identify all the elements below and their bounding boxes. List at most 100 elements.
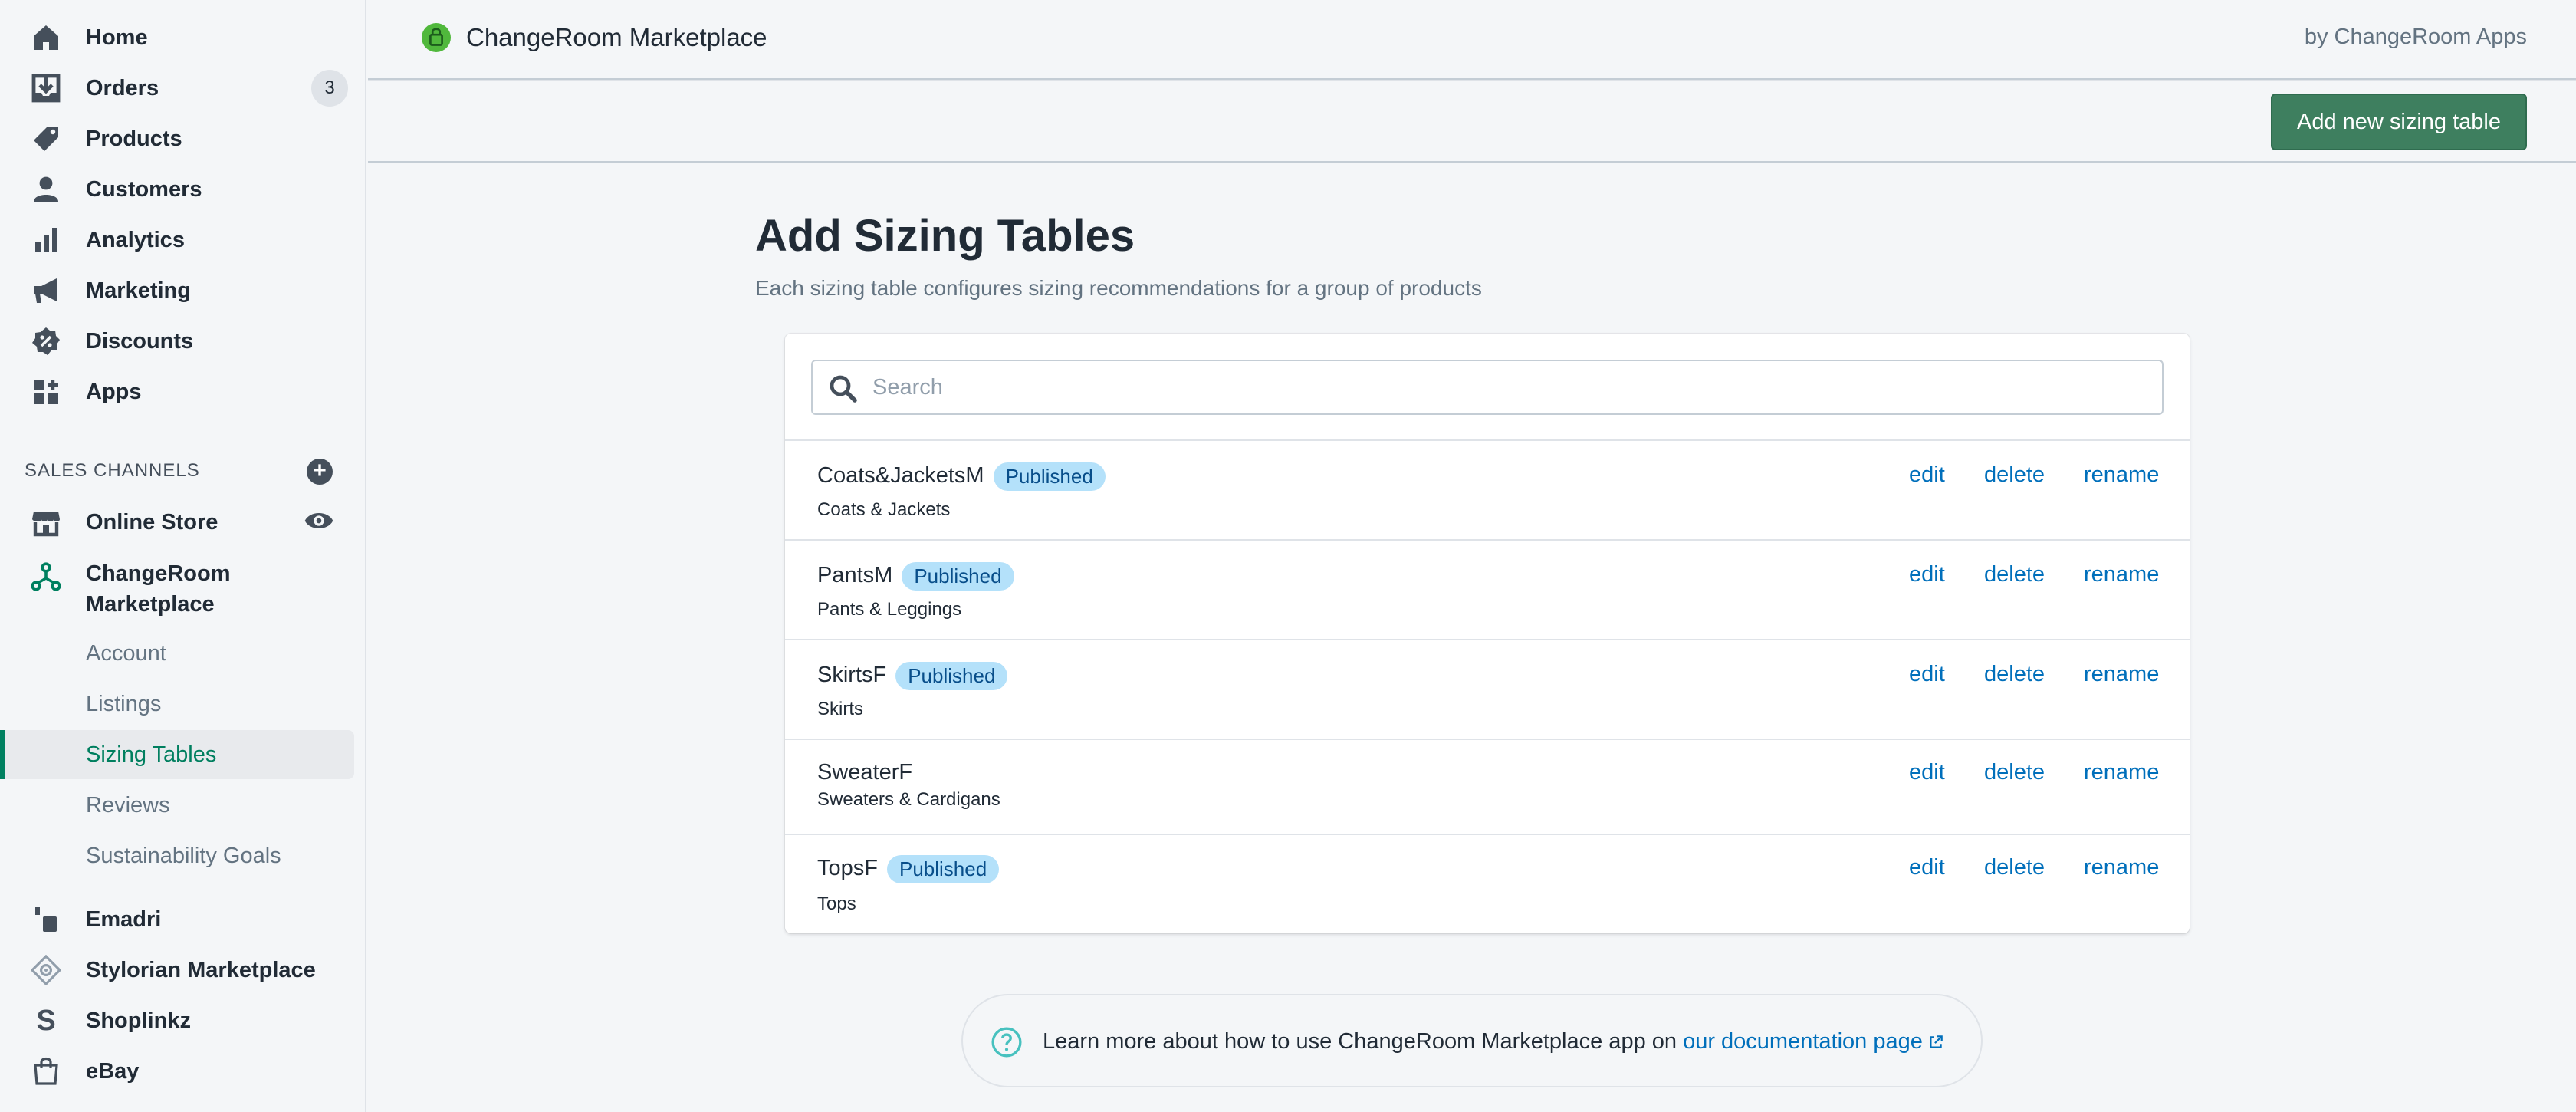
sizing-table-name[interactable]: Coats&JacketsM <box>817 463 984 488</box>
row-title: SkirtsF Published <box>817 662 1008 690</box>
help-footer: Learn more about how to use ChangeRoom M… <box>961 994 1983 1087</box>
table-row: SweaterF Sweaters & Cardigans edit delet… <box>785 739 2190 834</box>
row-category: Tops <box>817 893 856 914</box>
search-icon <box>830 375 857 403</box>
sizing-table-name[interactable]: PantsM <box>817 563 892 587</box>
add-new-sizing-table-button[interactable]: Add new sizing table <box>2271 94 2527 150</box>
subnav-reviews[interactable]: Reviews <box>0 781 354 830</box>
nav-online-store[interactable]: Online Store <box>0 497 354 548</box>
table-row: PantsM Published Pants & Leggings edit de… <box>785 539 2190 639</box>
delete-link[interactable]: delete <box>1984 760 2045 785</box>
rename-link[interactable]: rename <box>2084 855 2159 880</box>
changeroom-logo-icon <box>29 560 63 594</box>
stylorian-icon <box>29 953 63 987</box>
edit-link[interactable]: edit <box>1909 855 1945 880</box>
table-row: TopsF Published Tops edit delete rename <box>785 834 2190 933</box>
row-category: Sweaters & Cardigans <box>817 789 1001 810</box>
table-row: SkirtsF Published Skirts edit delete rena… <box>785 639 2190 739</box>
home-icon <box>29 21 63 54</box>
subnav-sustainability-goals[interactable]: Sustainability Goals <box>0 831 354 880</box>
subnav-label: Reviews <box>86 792 170 818</box>
delete-link[interactable]: delete <box>1984 855 2045 880</box>
search-box[interactable] <box>811 360 2164 415</box>
help-message: Learn more about how to use ChangeRoom M… <box>1043 1029 1684 1054</box>
changeroom-label-line1: ChangeRoom <box>86 561 231 586</box>
nav-orders[interactable]: Orders 3 <box>0 63 354 114</box>
store-icon <box>29 505 63 539</box>
status-badge: Published <box>993 462 1106 491</box>
table-row: Coats&JacketsM Published Coats & Jackets … <box>785 439 2190 539</box>
shopping-bag-icon <box>29 1054 63 1088</box>
nav-label: Shoplinkz <box>86 1008 191 1033</box>
edit-link[interactable]: edit <box>1909 760 1945 785</box>
nav-discounts[interactable]: Discounts <box>0 316 354 367</box>
sizing-table-name[interactable]: TopsF <box>817 856 878 880</box>
edit-link[interactable]: edit <box>1909 462 1945 488</box>
sizing-table-name[interactable]: SkirtsF <box>817 663 886 687</box>
action-bar: Add new sizing table <box>368 81 2576 163</box>
nav-home[interactable]: Home <box>0 12 354 63</box>
nav-shoplinkz[interactable]: S Shoplinkz <box>0 995 354 1046</box>
tag-icon <box>29 122 63 156</box>
subnav-label: Sustainability Goals <box>86 843 281 868</box>
discount-icon <box>29 324 63 358</box>
app-logo-icon <box>422 23 451 52</box>
page-title: Add Sizing Tables <box>755 211 1135 261</box>
megaphone-icon <box>29 274 63 308</box>
help-text: Learn more about how to use ChangeRoom M… <box>1043 1029 1944 1054</box>
sizing-tables-card: Coats&JacketsMPublished Coats & Jackets … <box>785 334 2190 933</box>
nav-stylorian-marketplace[interactable]: Stylorian Marketplace <box>0 945 354 995</box>
edit-link[interactable]: edit <box>1909 562 1945 587</box>
orders-icon <box>29 71 63 105</box>
nav-label: Analytics <box>86 227 185 252</box>
nav-label: Home <box>86 25 148 50</box>
rename-link[interactable]: rename <box>2084 662 2159 687</box>
nav-label: Emadri <box>86 906 162 932</box>
status-badge: Published <box>902 562 1014 591</box>
rename-link[interactable]: rename <box>2084 562 2159 587</box>
changeroom-label-line2: Marketplace <box>86 592 215 617</box>
nav-label: Customers <box>86 176 202 202</box>
app-developer-link[interactable]: by ChangeRoom Apps <box>2305 25 2527 50</box>
nav-customers[interactable]: Customers <box>0 164 354 215</box>
nav-label: ChangeRoom Marketplace <box>86 558 231 620</box>
subnav-label: Sizing Tables <box>86 742 217 767</box>
nav-analytics[interactable]: Analytics <box>0 215 354 265</box>
nav-changeroom-marketplace[interactable]: ChangeRoom Marketplace <box>0 546 354 627</box>
row-title: PantsM Published <box>817 562 1014 591</box>
delete-link[interactable]: delete <box>1984 462 2045 488</box>
rename-link[interactable]: rename <box>2084 760 2159 785</box>
row-title: Coats&JacketsM Published <box>817 462 1106 491</box>
edit-link[interactable]: edit <box>1909 662 1945 687</box>
nav-label: Products <box>86 126 182 151</box>
subnav-account[interactable]: Account <box>0 629 354 678</box>
rename-link[interactable]: rename <box>2084 462 2159 488</box>
add-channel-icon[interactable]: + <box>307 459 333 485</box>
nav-label: Orders <box>86 75 159 100</box>
row-title: SweaterF <box>817 760 912 785</box>
delete-link[interactable]: delete <box>1984 662 2045 687</box>
nav-emadri[interactable]: Emadri <box>0 894 354 945</box>
sidebar: Home Orders 3 Products Customers Analyti… <box>0 0 366 1112</box>
status-badge: Published <box>886 855 1000 883</box>
subnav-sizing-tables[interactable]: Sizing Tables <box>0 730 354 779</box>
documentation-link[interactable]: our documentation page <box>1683 1029 1923 1054</box>
app-header: ChangeRoom Marketplace by ChangeRoom App… <box>368 0 2576 81</box>
nav-label: Online Store <box>86 509 219 535</box>
sizing-table-name[interactable]: SweaterF <box>817 760 912 785</box>
nav-ebay[interactable]: eBay <box>0 1046 354 1097</box>
status-badge: Published <box>895 662 1008 690</box>
nav-marketing[interactable]: Marketing <box>0 265 354 316</box>
subnav-listings[interactable]: Listings <box>0 679 354 729</box>
app-title-bar: ChangeRoom Marketplace by ChangeRoom App… <box>368 0 2576 80</box>
subnav-label: Listings <box>86 691 162 716</box>
eye-icon[interactable] <box>304 508 334 534</box>
nav-products[interactable]: Products <box>0 114 354 164</box>
bar-chart-icon <box>29 223 63 257</box>
search-input[interactable] <box>872 370 2145 404</box>
question-circle-icon <box>991 1027 1022 1058</box>
page-subtitle: Each sizing table configures sizing reco… <box>755 276 1482 300</box>
row-title: TopsF Published <box>817 855 1000 883</box>
nav-apps[interactable]: Apps <box>0 367 354 417</box>
delete-link[interactable]: delete <box>1984 562 2045 587</box>
